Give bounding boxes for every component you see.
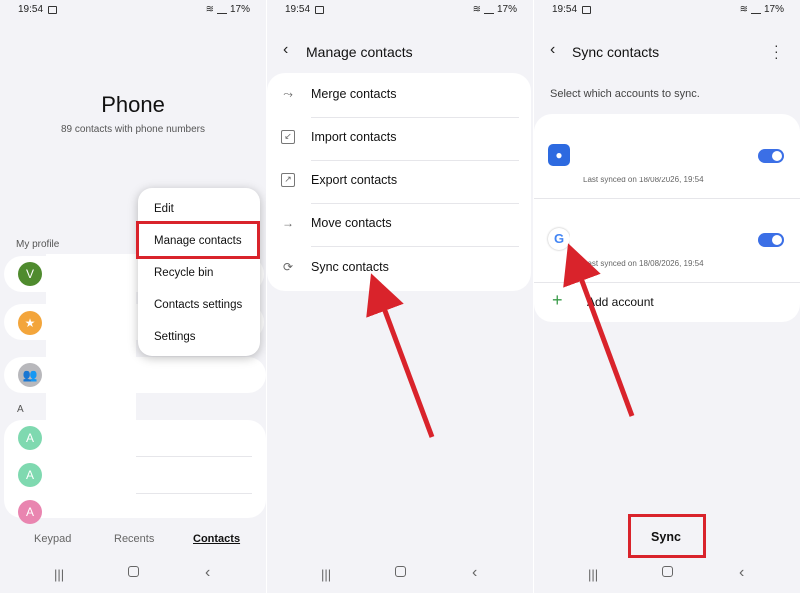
arrow-to-google-account bbox=[563, 243, 635, 417]
arrow-to-sync-contacts bbox=[366, 273, 435, 438]
annotation-arrows bbox=[366, 243, 635, 438]
